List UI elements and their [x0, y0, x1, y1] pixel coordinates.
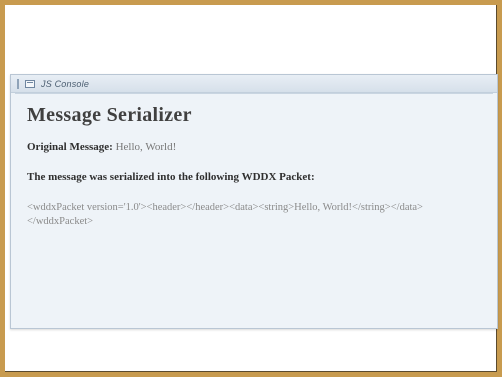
- page-title: Message Serializer: [27, 104, 192, 126]
- original-message-line: Original Message: Hello, World!: [27, 141, 481, 153]
- serialized-note-line: The message was serialized into the foll…: [27, 171, 481, 183]
- serialized-note-text: The message was serialized into the foll…: [27, 171, 315, 183]
- original-message-value: Hello, World!: [115, 141, 177, 153]
- console-window-icon: [25, 79, 35, 88]
- wddx-packet-text: <wddxPacket version='1.0'><header></head…: [27, 202, 423, 227]
- drag-grip-icon[interactable]: [17, 78, 19, 89]
- js-console-window: JS Console Message Serializer Original M…: [10, 74, 498, 329]
- console-title: JS Console: [41, 78, 90, 89]
- console-titlebar[interactable]: JS Console: [11, 75, 497, 93]
- original-message-label: Original Message:: [27, 141, 113, 153]
- console-body: Message Serializer Original Message: Hel…: [15, 93, 493, 229]
